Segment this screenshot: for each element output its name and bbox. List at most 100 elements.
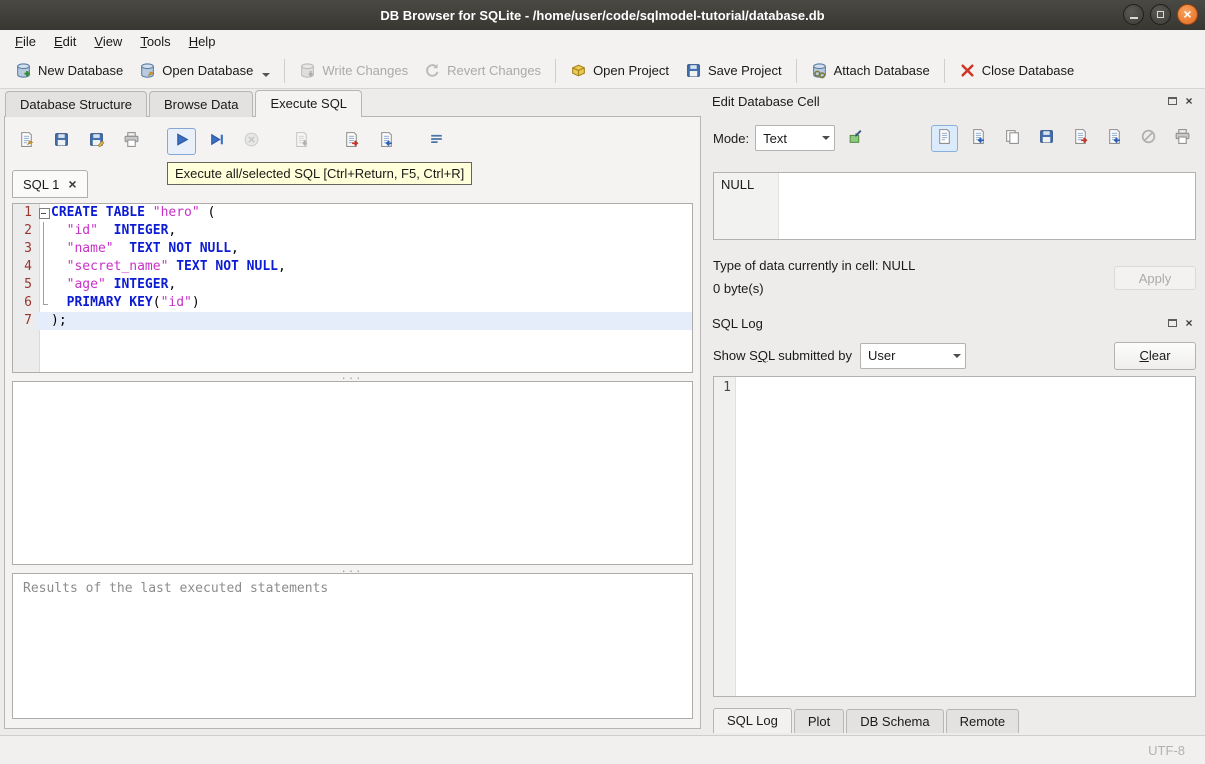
app-window: DB Browser for SQLite - /home/user/code/… [0, 0, 1205, 764]
close-database-icon [959, 62, 976, 79]
attach-database-icon [811, 62, 828, 79]
editor-line[interactable]: 2 "id" INTEGER, [13, 222, 692, 240]
sql-log-filter-value: User [868, 348, 896, 363]
save-sql-file-button[interactable] [47, 128, 76, 155]
results-placeholder: Results of the last executed statements [23, 581, 329, 596]
results-grid [12, 381, 693, 565]
import-file-button[interactable] [1101, 125, 1128, 152]
text-document-button[interactable] [931, 124, 958, 152]
cell-value-editor[interactable]: NULL [713, 172, 1196, 240]
tooltip-text: Execute all/selected SQL [Ctrl+Return, F… [175, 166, 465, 181]
text-document-icon [936, 128, 953, 148]
main-tab-bar: Database Structure Browse Data Execute SQL [5, 90, 364, 117]
save-results-icon [293, 131, 310, 151]
copy-icon [1004, 128, 1021, 148]
sql-editor[interactable]: 1 CREATE TABLE "hero" (2 "id" INTEGER, 3 "… [12, 203, 693, 373]
titlebar[interactable]: DB Browser for SQLite - /home/user/code/… [0, 0, 1205, 30]
sql-log-view[interactable]: 1 [713, 376, 1196, 697]
minimize-icon[interactable] [1123, 4, 1144, 25]
clear-button[interactable]: Clear [1114, 341, 1196, 370]
sql-log-filter-label: Show SQL submitted by [713, 348, 852, 363]
sql-log-dock-title: SQL Log [712, 315, 763, 331]
edit-cell-dock-title: Edit Database Cell [712, 93, 820, 109]
print-button[interactable] [1169, 125, 1196, 152]
tab-database-structure[interactable]: Database Structure [5, 91, 148, 117]
toolbar-separator [284, 58, 286, 83]
print-button[interactable] [117, 128, 146, 155]
line-number: 3 [24, 241, 32, 256]
set-null-button[interactable] [1135, 125, 1162, 152]
word-wrap-button[interactable] [965, 125, 992, 152]
fold-marker-icon [36, 276, 51, 294]
close-database-button[interactable]: Close Database [951, 58, 1083, 83]
sql-log-filter-row: Show SQL submitted by User Clear [713, 341, 1196, 370]
auto-switch-mode-button[interactable] [841, 125, 870, 152]
sql-log-line-number: 1 [723, 380, 731, 395]
save-sql-file-as-button[interactable] [82, 128, 111, 155]
editor-line[interactable]: 7); [13, 312, 692, 330]
dock-close-icon[interactable]: × [1182, 94, 1196, 108]
dock-tab-remote[interactable]: Remote [945, 709, 1020, 733]
splitter-handle[interactable]: ··· [5, 371, 700, 384]
save-project-button[interactable]: Save Project [677, 58, 790, 83]
mode-value: Text [763, 130, 787, 146]
dock-tab-db-schema[interactable]: DB Schema [846, 709, 944, 733]
menu-edit[interactable]: Edit [45, 32, 85, 51]
save-button[interactable] [1033, 125, 1060, 152]
dock-tab-plot[interactable]: Plot [793, 709, 845, 733]
export-file-button[interactable] [1067, 125, 1094, 152]
line-number: 4 [24, 259, 32, 274]
print-icon [1174, 128, 1191, 148]
menu-file[interactable]: File [6, 32, 45, 51]
statusbar: UTF-8 [0, 735, 1205, 764]
editor-line[interactable]: 4 "secret_name" TEXT NOT NULL, [13, 258, 692, 276]
format-sql-button[interactable] [422, 128, 451, 155]
editor-line[interactable]: 1 CREATE TABLE "hero" ( [13, 204, 692, 222]
line-number: 1 [24, 205, 32, 220]
sql-log-dock-header: SQL Log × [712, 314, 1196, 332]
new-database-button[interactable]: New Database [7, 58, 131, 83]
attach-database-button[interactable]: Attach Database [803, 58, 938, 83]
open-database-icon [139, 62, 156, 79]
chevron-down-icon [818, 136, 834, 140]
execute-line-icon [208, 131, 225, 151]
execute-all-button[interactable] [167, 127, 196, 155]
menu-tools[interactable]: Tools [131, 32, 179, 51]
editor-line[interactable]: 6 PRIMARY KEY("id") [13, 294, 692, 312]
toolbar-separator [555, 58, 557, 83]
copy-button[interactable] [999, 125, 1026, 152]
execute-line-button[interactable] [202, 128, 231, 155]
dock-tab-sql-log[interactable]: SQL Log [713, 708, 792, 733]
dock-float-icon[interactable] [1165, 316, 1179, 330]
dock-close-icon[interactable]: × [1182, 316, 1196, 330]
editor-line[interactable]: 3 "name" TEXT NOT NULL, [13, 240, 692, 258]
open-database-button[interactable]: Open Database [131, 58, 278, 83]
tab-execute-sql[interactable]: Execute SQL [255, 90, 363, 117]
open-sql-file-button[interactable] [12, 128, 41, 155]
export-results-button[interactable] [337, 128, 366, 155]
write-changes-icon [299, 62, 316, 79]
menu-help[interactable]: Help [180, 32, 225, 51]
mode-combobox[interactable]: Text [755, 125, 836, 151]
tab-browse-data[interactable]: Browse Data [149, 91, 254, 117]
dock-tab-bar: SQL Log Plot DB Schema Remote [713, 708, 1021, 733]
fold-marker-icon[interactable] [36, 204, 51, 222]
code-text: "age" INTEGER, [66, 277, 177, 292]
open-sql-file-icon [18, 131, 35, 151]
tab-close-icon[interactable]: × [68, 177, 76, 191]
chevron-down-icon[interactable] [262, 72, 271, 77]
menu-view[interactable]: View [85, 32, 131, 51]
save-icon [1038, 128, 1055, 148]
sql-editor-tab[interactable]: SQL 1 × [12, 170, 88, 198]
dock-float-icon[interactable] [1165, 94, 1179, 108]
maximize-icon[interactable] [1150, 4, 1171, 25]
line-number: 7 [24, 313, 32, 328]
word-wrap-button[interactable] [372, 128, 401, 155]
word-wrap-icon [378, 131, 395, 151]
close-icon[interactable]: × [1177, 4, 1198, 25]
open-project-icon [570, 62, 587, 79]
sql-log-filter-combobox[interactable]: User [860, 342, 966, 369]
code-text: PRIMARY KEY("id") [66, 295, 200, 310]
open-project-button[interactable]: Open Project [562, 58, 677, 83]
editor-line[interactable]: 5 "age" INTEGER, [13, 276, 692, 294]
